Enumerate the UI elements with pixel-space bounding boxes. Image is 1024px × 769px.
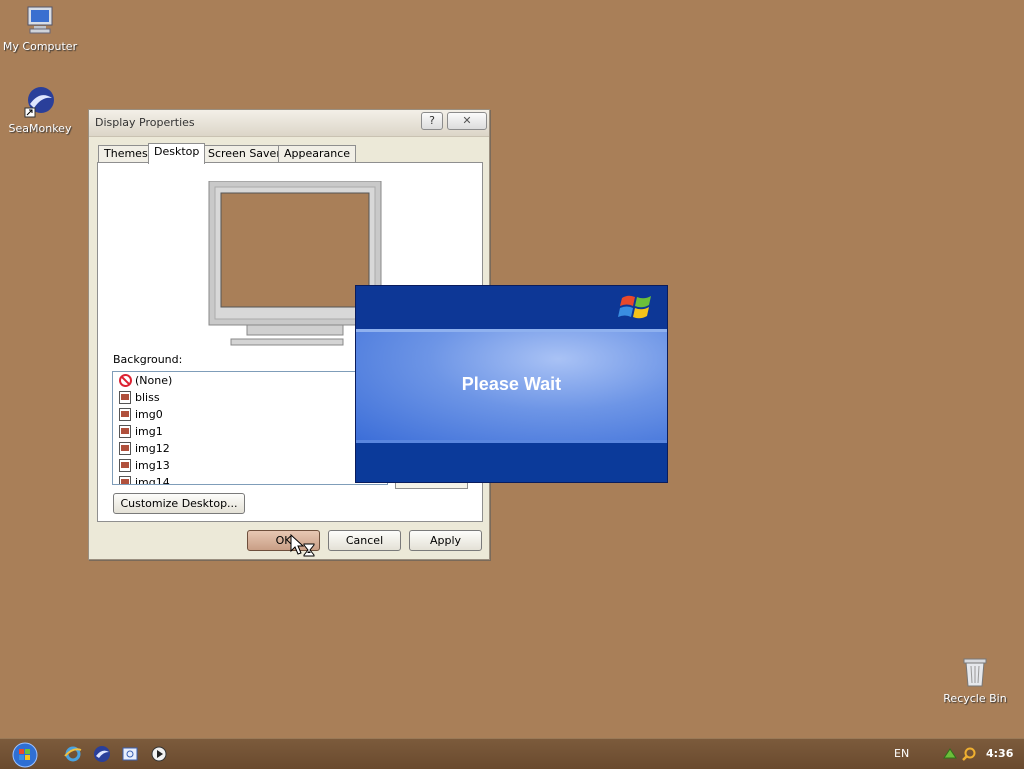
close-icon: ✕ [462, 114, 472, 127]
taskbar: EN 4:36 [0, 738, 1024, 769]
list-item[interactable]: img13 [113, 457, 387, 474]
window-title: Display Properties [95, 116, 195, 129]
list-item-label: img12 [135, 442, 170, 455]
start-button[interactable] [10, 741, 40, 769]
language-indicator[interactable]: EN [894, 747, 909, 760]
list-item-label: (None) [135, 374, 173, 387]
splash-bottom-band [356, 443, 667, 482]
recycle-bin-icon [963, 658, 987, 687]
list-item-label: bliss [135, 391, 160, 404]
desktop-icon-label: My Computer [2, 40, 78, 53]
windows-logo-icon [618, 295, 651, 319]
help-button[interactable]: ? [421, 112, 443, 130]
close-button[interactable]: ✕ [447, 112, 487, 130]
list-item[interactable]: img0 [113, 406, 387, 423]
list-item[interactable]: img12 [113, 440, 387, 457]
image-file-icon [119, 425, 131, 438]
none-icon [119, 374, 132, 387]
image-file-icon [119, 391, 131, 404]
seamonkey-quicklaunch-icon[interactable] [93, 745, 111, 763]
apply-button[interactable]: Apply [409, 530, 482, 551]
desktop-icon-seamonkey[interactable]: SeaMonkey [0, 86, 80, 135]
tab-themes[interactable]: Themes [98, 145, 154, 163]
help-icon: ? [429, 114, 435, 127]
desktop-icon-recycle-bin[interactable]: Recycle Bin [935, 656, 1015, 705]
desktop-icon-label: Recycle Bin [943, 692, 1007, 705]
search-icon[interactable] [961, 746, 977, 762]
internet-explorer-icon[interactable] [64, 745, 82, 763]
tab-appearance[interactable]: Appearance [278, 145, 357, 163]
network-icon[interactable] [942, 746, 958, 762]
please-wait-text: Please Wait [461, 374, 562, 394]
background-label: Background: [113, 353, 183, 366]
background-list[interactable]: (None) bliss img0 img1 img12 img13 img14 [112, 371, 388, 485]
tab-screen-saver[interactable]: Screen Saver [202, 145, 287, 163]
list-item[interactable]: img14 [113, 474, 387, 485]
image-file-icon [119, 442, 131, 455]
desktop-icon-label: SeaMonkey [8, 122, 72, 135]
list-item-label: img13 [135, 459, 170, 472]
list-item[interactable]: img1 [113, 423, 387, 440]
customize-desktop-button[interactable]: Customize Desktop... [113, 493, 245, 514]
list-item[interactable]: bliss [113, 389, 387, 406]
computer-icon [27, 6, 53, 34]
image-file-icon [119, 476, 131, 484]
list-item-label: img1 [135, 425, 163, 438]
list-item-label: img0 [135, 408, 163, 421]
list-item-label: img14 [135, 476, 170, 485]
mail-icon[interactable] [121, 745, 139, 763]
image-file-icon [119, 408, 131, 421]
tab-desktop[interactable]: Desktop [148, 143, 206, 164]
desktop-icon-my-computer[interactable]: My Computer [0, 4, 80, 53]
please-wait-splash: Please Wait [355, 285, 668, 483]
list-item[interactable]: (None) [113, 372, 387, 389]
busy-cursor-icon [290, 534, 315, 557]
clock[interactable]: 4:36 [986, 747, 1013, 760]
seamonkey-icon [24, 87, 54, 118]
title-bar[interactable]: Display Properties ? ✕ [89, 110, 489, 137]
media-player-icon[interactable] [150, 745, 168, 763]
cancel-button[interactable]: Cancel [328, 530, 401, 551]
image-file-icon [119, 459, 131, 472]
